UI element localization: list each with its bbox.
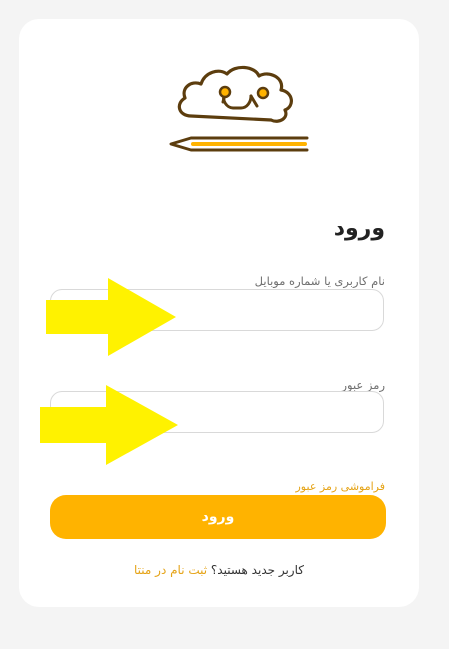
signup-prompt: کاربر جدید هستید؟ ثبت نام در منتا (19, 563, 419, 577)
login-button[interactable]: ورود (50, 495, 386, 539)
password-label: رمز عبور (341, 378, 385, 392)
forgot-password-link[interactable]: فراموشی رمز عبور (296, 480, 386, 493)
page-title: ورود (333, 216, 385, 241)
signup-prompt-text: کاربر جدید هستید؟ (210, 563, 304, 577)
brain-pencil-logo (169, 65, 309, 152)
arrow-right-icon (40, 385, 178, 465)
username-label: نام کاربری یا شماره موبایل (254, 274, 385, 288)
signup-link[interactable]: ثبت نام در منتا (134, 563, 207, 577)
arrow-right-icon (46, 278, 176, 356)
